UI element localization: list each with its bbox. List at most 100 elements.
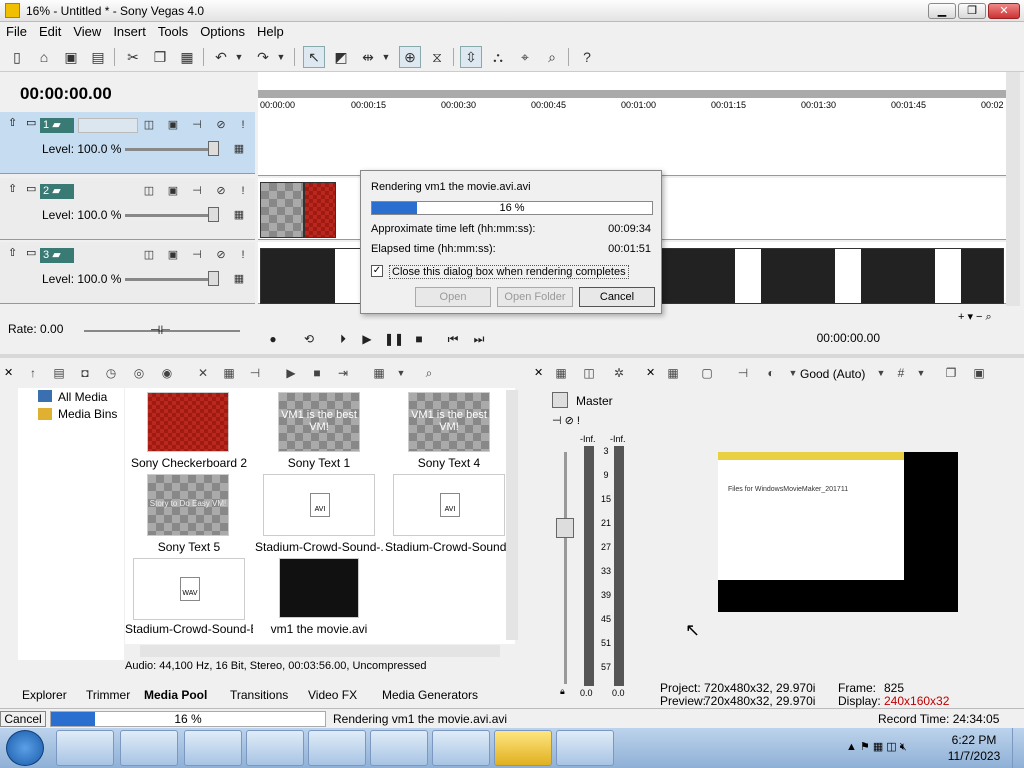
auto-ripple-icon[interactable]: ⊕ (399, 46, 421, 68)
mute-icon[interactable]: ◫ (142, 184, 156, 198)
mute-icon[interactable]: ◫ (142, 118, 156, 132)
media-thumb[interactable] (147, 392, 229, 452)
media-thumb[interactable] (279, 558, 359, 618)
new-icon[interactable]: ▯ (6, 46, 28, 68)
preview-quality[interactable]: Good (Auto) (800, 367, 865, 381)
media-item-label[interactable]: vm1 the movie.avi (255, 622, 383, 636)
get-media-icon[interactable]: ◷ (102, 364, 120, 382)
track-motion-icon[interactable]: ⊣ (190, 184, 204, 198)
views-icon[interactable]: ▦ (370, 364, 388, 382)
redo-dropdown-icon[interactable]: ▼ (274, 46, 288, 68)
close-button[interactable]: ✕ (988, 3, 1020, 19)
copy-icon[interactable]: ❐ (149, 46, 171, 68)
tab-media-pool[interactable]: Media Pool (144, 688, 207, 702)
tree-item-all-media[interactable]: All Media (58, 390, 107, 404)
mixer-downmix-icon[interactable]: ◫ (580, 364, 598, 382)
snapping-icon[interactable]: ⇳ (460, 46, 482, 68)
overlays-icon[interactable]: # (892, 364, 910, 382)
remove-media-icon[interactable]: ✕ (194, 364, 212, 382)
track-level-slider[interactable] (125, 214, 215, 217)
up-one-level-icon[interactable]: ↑ (24, 364, 42, 382)
tab-video-fx[interactable]: Video FX (308, 688, 357, 702)
solo-icon[interactable]: ! (236, 248, 250, 262)
zoom-controls[interactable]: + ▾ − ⌕ (958, 310, 1018, 324)
play-from-start-icon[interactable]: ⏵ (334, 330, 352, 348)
master-fader[interactable] (556, 518, 574, 538)
taskbar-dropbox[interactable] (246, 730, 304, 766)
timeline-clip[interactable] (260, 182, 304, 238)
track-collapse-icon[interactable]: ▭ (26, 116, 36, 129)
media-item-label[interactable]: Stadium-Crowd-Sound-... (255, 540, 383, 554)
burn-cd-icon[interactable]: ◎ (130, 364, 148, 382)
track-motion-icon[interactable]: ⊣ (190, 248, 204, 262)
compositing-icon[interactable]: ▣ (166, 184, 180, 198)
media-item-label[interactable]: Sony Text 5 (125, 540, 253, 554)
mixer-properties-icon[interactable]: ▦ (552, 364, 570, 382)
bypass-icon[interactable]: ⊘ (214, 248, 228, 262)
track-level-knob[interactable] (208, 207, 219, 222)
media-horizontal-scrollbar[interactable] (140, 645, 500, 657)
menu-edit[interactable]: Edit (33, 22, 67, 41)
open-button[interactable]: Open (415, 287, 491, 307)
pause-icon[interactable]: ❚❚ (384, 330, 404, 348)
copy-snapshot-icon[interactable]: ❐ (942, 364, 960, 382)
menu-tools[interactable]: Tools (152, 22, 194, 41)
go-to-start-icon[interactable]: ⏮ (444, 330, 462, 348)
go-to-end-icon[interactable]: ⏭ (470, 330, 488, 348)
expand-track-icon[interactable]: ⇧ (8, 246, 17, 259)
media-properties-icon[interactable]: ▦ (220, 364, 238, 382)
loop-icon[interactable]: ⟲ (300, 330, 318, 348)
track-motion-icon[interactable]: ⊣ (190, 118, 204, 132)
media-thumb[interactable]: Story to Do Easy VM! (147, 474, 229, 536)
selection-tool-icon[interactable]: ⇹ (357, 46, 379, 68)
track-fx-icon[interactable]: ▦ (232, 272, 246, 286)
track-name-field[interactable] (78, 118, 138, 133)
zoom-tool-icon[interactable]: ⌕ (541, 46, 563, 68)
save-icon[interactable]: ▣ (60, 46, 82, 68)
media-item-label[interactable]: Sony Text 1 (255, 456, 383, 470)
envelope-tool-icon[interactable]: ◩ (330, 46, 352, 68)
track-level-slider[interactable] (125, 148, 215, 151)
track-collapse-icon[interactable]: ▭ (26, 246, 36, 259)
quality-dropdown-icon[interactable]: ▼ (872, 364, 890, 382)
lock-icon[interactable]: 🔒︎ (560, 686, 565, 697)
track-level-knob[interactable] (208, 141, 219, 156)
play-icon[interactable]: ▶ (358, 330, 376, 348)
compositing-icon[interactable]: ▣ (166, 248, 180, 262)
start-preview-icon[interactable]: ▶ (282, 364, 300, 382)
taskbar-projector[interactable] (432, 730, 490, 766)
overlays-dropdown-icon[interactable]: ▼ (912, 364, 930, 382)
mixer-dim-icon[interactable]: ✲ (610, 364, 628, 382)
master-fx-icons[interactable]: ⊣ ⊘ ! (552, 414, 580, 427)
menu-insert[interactable]: Insert (107, 22, 152, 41)
menu-view[interactable]: View (67, 22, 107, 41)
timeline-vertical-scrollbar[interactable] (1006, 72, 1020, 306)
paste-icon[interactable]: ▦ (176, 46, 198, 68)
record-icon[interactable]: ● (264, 330, 282, 348)
media-thumb[interactable]: VM1 is the best VM! (408, 392, 490, 452)
timeline-clip[interactable] (304, 182, 336, 238)
save-snapshot-icon[interactable]: ▣ (970, 364, 988, 382)
track-collapse-icon[interactable]: ▭ (26, 182, 36, 195)
undo-dropdown-icon[interactable]: ▼ (232, 46, 246, 68)
taskbar-explorer[interactable] (120, 730, 178, 766)
taskbar-media-player[interactable] (184, 730, 242, 766)
undo-icon[interactable]: ↶ (210, 46, 232, 68)
media-item-label[interactable]: Stadium-Crowd-Sound-E... (125, 622, 253, 636)
properties-icon[interactable]: ▤ (87, 46, 109, 68)
open-icon[interactable]: ⌂ (33, 46, 55, 68)
import-media-icon[interactable]: ▤ (50, 364, 68, 382)
cut-icon[interactable]: ✂ (122, 46, 144, 68)
minimize-button[interactable]: ▁ (928, 3, 956, 19)
search-media-icon[interactable]: ◉ (158, 364, 176, 382)
lock-envelopes-icon[interactable]: ⛬ (487, 46, 509, 68)
track-fx-icon[interactable]: ▦ (232, 142, 246, 156)
mixer-close-icon[interactable]: ✕ (534, 366, 543, 379)
preview-properties-icon[interactable]: ▦ (664, 364, 682, 382)
expand-track-icon[interactable]: ⇧ (8, 116, 17, 129)
media-fx-icon[interactable]: ⊣ (246, 364, 264, 382)
external-monitor-icon[interactable]: ▢ (698, 364, 716, 382)
maximize-button[interactable]: ❐ (958, 3, 986, 19)
start-button[interactable] (6, 730, 44, 766)
tool-dropdown-icon[interactable]: ▼ (379, 46, 393, 68)
